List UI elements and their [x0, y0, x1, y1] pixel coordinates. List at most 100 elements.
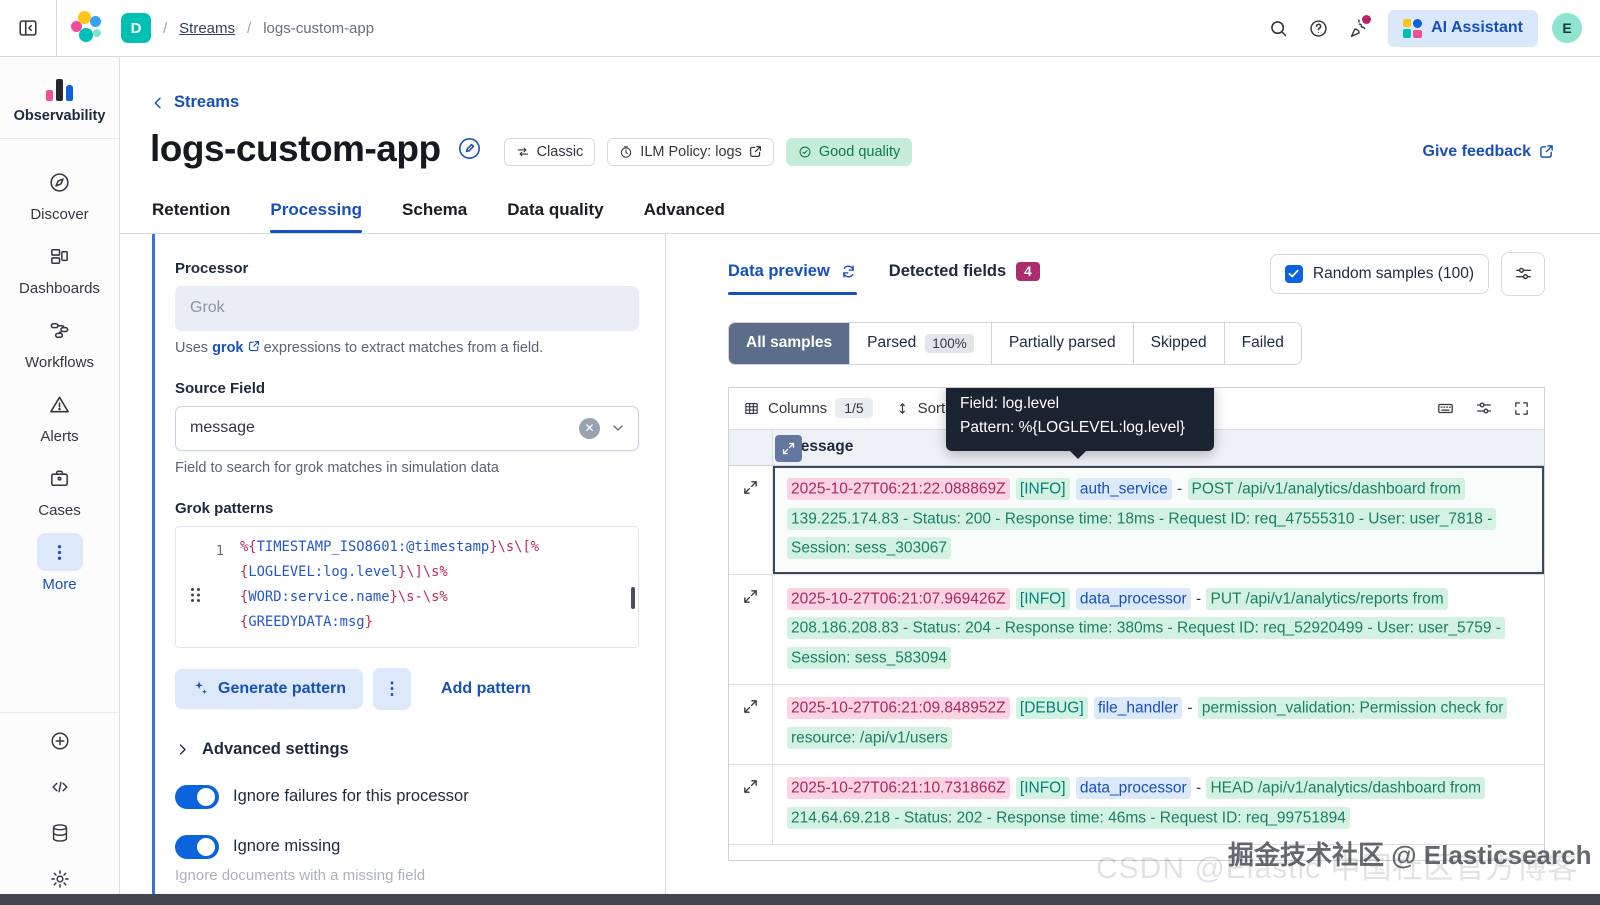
edit-title-icon[interactable]: [457, 136, 482, 161]
processor-toggles: Ignore failures for this processor Ignor…: [175, 784, 639, 859]
breadcrumb-streams[interactable]: Streams: [179, 20, 235, 37]
filter-partially-parsed[interactable]: Partially parsed: [991, 322, 1134, 364]
columns-count-badge: 1/5: [835, 398, 873, 418]
code-icon[interactable]: [49, 775, 71, 799]
elastic-logo-icon[interactable]: [57, 11, 117, 45]
log-message-cell[interactable]: 2025-10-27T06:21:07.969426Z [INFO] data_…: [773, 575, 1544, 684]
breadcrumb-separator: /: [247, 19, 252, 37]
random-samples-checkbox[interactable]: [1284, 264, 1303, 283]
help-icon[interactable]: [1298, 8, 1338, 48]
source-field-label: Source Field: [175, 379, 266, 397]
sidebar-item-more[interactable]: More: [0, 533, 119, 593]
stream-tabs: Retention Processing Schema Data quality Adv…: [150, 200, 1600, 233]
give-feedback-link[interactable]: Give feedback: [1423, 143, 1555, 161]
breadcrumb-separator: /: [163, 19, 168, 37]
toggle-switch[interactable]: [175, 784, 219, 809]
sidebar-item-discover[interactable]: Discover: [0, 163, 119, 223]
log-row: 2025-10-27T06:21:09.848952Z [DEBUG] file…: [729, 684, 1544, 765]
source-field-combobox[interactable]: message ✕: [175, 405, 639, 451]
back-to-streams-link[interactable]: Streams: [150, 93, 239, 112]
search-icon[interactable]: [1258, 8, 1298, 48]
pattern-menu-button[interactable]: ⋮: [373, 667, 412, 710]
sidebar-item-workflows[interactable]: Workflows: [0, 311, 119, 371]
fullscreen-icon[interactable]: [1513, 400, 1530, 417]
data-preview-panel: Data preview Detected fields 4 Random sa…: [666, 234, 1600, 905]
tab-detected-fields[interactable]: Detected fields 4: [889, 262, 1040, 295]
dashboards-icon: [48, 245, 71, 268]
sidebar-footer: [0, 712, 119, 905]
grok-docs-link[interactable]: grok: [212, 340, 243, 356]
log-message-cell[interactable]: 2025-10-27T06:21:22.088869Z [INFO] auth_…: [773, 465, 1544, 574]
alert-triangle-icon: [48, 393, 71, 416]
expand-document-button[interactable]: [729, 465, 773, 574]
sort-fields-button[interactable]: Sort: [895, 400, 945, 417]
advanced-settings-toggle[interactable]: Advanced settings: [175, 740, 639, 759]
solution-observability[interactable]: Observability: [0, 57, 119, 139]
quality-badge[interactable]: Good quality: [785, 137, 913, 166]
ai-assistant-button[interactable]: AI Assistant: [1388, 9, 1538, 47]
grid-display-options-icon[interactable]: [1475, 399, 1493, 417]
expand-document-button[interactable]: [729, 764, 773, 844]
toggle-switch[interactable]: [175, 834, 219, 859]
observability-logo-icon: [46, 75, 73, 101]
filter-skipped[interactable]: Skipped: [1133, 322, 1225, 364]
expand-column-icon[interactable]: [775, 434, 802, 462]
ilm-policy-badge[interactable]: ILM Policy: logs: [607, 137, 774, 166]
sliders-icon: [1476, 402, 1492, 414]
compass-icon: [48, 171, 71, 194]
solution-label: Observability: [13, 108, 106, 124]
filter-failed[interactable]: Failed: [1224, 322, 1301, 364]
grok-pattern-code[interactable]: %{TIMESTAMP_ISO8601:@timestamp}\s\[% {LOG…: [240, 535, 638, 637]
tab-data-quality[interactable]: Data quality: [507, 200, 603, 233]
filter-all-samples[interactable]: All samples: [729, 322, 851, 364]
classic-badge[interactable]: Classic: [503, 137, 596, 166]
sidebar-item-dashboards[interactable]: Dashboards: [0, 237, 119, 297]
bottom-window-edge: [0, 894, 1600, 905]
sample-filters: All samples Parsed 100% Partially parsed Ski…: [728, 321, 1302, 365]
add-circle-icon[interactable]: [49, 729, 71, 753]
tab-data-preview[interactable]: Data preview: [728, 262, 857, 295]
clear-field-icon[interactable]: ✕: [579, 417, 600, 439]
grok-pattern-editor[interactable]: 1 %{TIMESTAMP_ISO8601:@timestamp}\s\[% {L…: [175, 525, 639, 648]
processor-panel: Processor Grok Uses grok expressions to …: [152, 233, 666, 905]
processor-type-input[interactable]: Grok: [175, 285, 639, 331]
drag-handle-icon[interactable]: [190, 587, 201, 608]
tab-retention[interactable]: Retention: [152, 200, 230, 233]
ai-assistant-icon: [1403, 18, 1423, 38]
expand-document-button[interactable]: [729, 684, 773, 764]
editor-scrollbar[interactable]: [631, 586, 635, 609]
collapse-nav-icon[interactable]: [0, 0, 57, 56]
space-badge[interactable]: D: [121, 13, 151, 43]
toggle-ignore-failures-for-this-processor: Ignore failures for this processor: [175, 784, 639, 809]
chevron-down-icon[interactable]: [610, 420, 626, 436]
preview-settings-button[interactable]: [1501, 251, 1545, 296]
user-avatar[interactable]: E: [1552, 13, 1582, 43]
log-message-cell[interactable]: 2025-10-27T06:21:10.731866Z [INFO] data_…: [773, 765, 1544, 844]
whats-new-icon[interactable]: [1338, 8, 1378, 48]
generate-pattern-button[interactable]: Generate pattern: [175, 668, 364, 709]
keyboard-shortcuts-icon[interactable]: [1436, 399, 1455, 418]
tab-schema[interactable]: Schema: [402, 200, 467, 233]
sidebar-item-cases[interactable]: Cases: [0, 459, 119, 519]
grid-body: 2025-10-27T06:21:22.088869Z [INFO] auth_…: [729, 465, 1544, 845]
toggle-ignore-missing: Ignore missing: [175, 834, 639, 859]
tab-processing[interactable]: Processing: [270, 200, 362, 233]
refresh-icon[interactable]: [840, 263, 857, 280]
add-pattern-button[interactable]: Add pattern: [441, 680, 531, 698]
sidebar-item-alerts[interactable]: Alerts: [0, 385, 119, 445]
settings-gear-icon[interactable]: [49, 867, 71, 891]
filter-badge: 100%: [925, 333, 974, 353]
log-row: 2025-10-27T06:21:07.969426Z [INFO] data_…: [729, 575, 1544, 685]
columns-button[interactable]: Columns 1/5: [743, 398, 873, 418]
field-pattern-tooltip: Field: log.level Pattern: %{LOGLEVEL:log…: [946, 387, 1214, 459]
notification-dot: [1362, 15, 1372, 24]
random-samples-control[interactable]: Random samples (100): [1269, 253, 1489, 294]
filter-parsed[interactable]: Parsed 100%: [850, 322, 992, 364]
tab-advanced[interactable]: Advanced: [644, 200, 725, 233]
database-icon[interactable]: [49, 821, 71, 845]
log-row: 2025-10-27T06:21:10.731866Z [INFO] data_…: [729, 764, 1544, 845]
streams-app: D / Streams / logs-custom-app AI Assista…: [0, 0, 1600, 905]
ai-assistant-label: AI Assistant: [1431, 19, 1523, 36]
log-message-cell[interactable]: 2025-10-27T06:21:09.848952Z [DEBUG] file…: [773, 685, 1544, 764]
expand-document-button[interactable]: [729, 575, 773, 684]
